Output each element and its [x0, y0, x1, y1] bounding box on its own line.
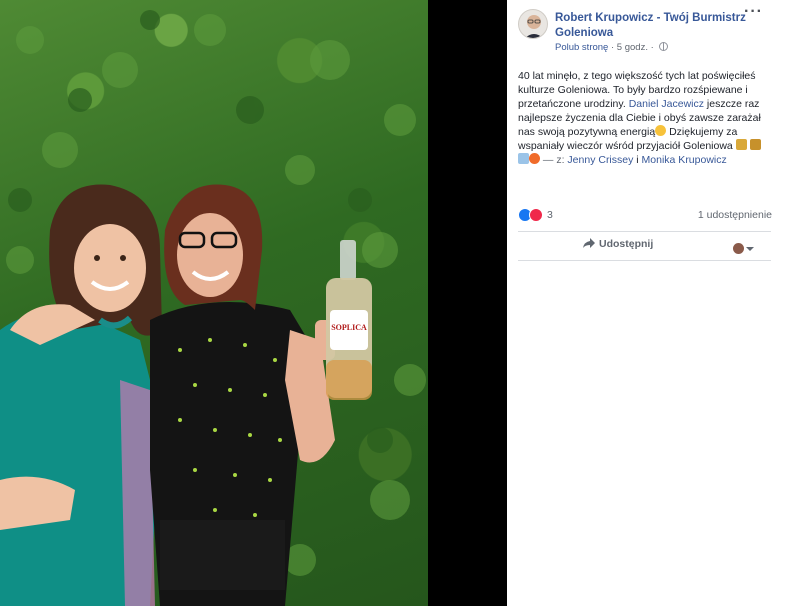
share-button[interactable]: Udostępnij — [583, 238, 653, 254]
tag-daniel-jacewicz[interactable]: Daniel Jacewicz — [629, 98, 704, 110]
post-meta: Polub stronę · 5 godz. · — [555, 42, 669, 53]
post-header: Robert Krupowicz - Twój Burmistrz Goleni… — [518, 9, 773, 59]
love-reaction-icon — [529, 208, 543, 222]
meta-separator-2: · — [650, 42, 654, 53]
and-text: i — [633, 154, 642, 166]
photo-viewer[interactable]: SOPLICA — [0, 0, 507, 606]
photo-scene — [0, 10, 426, 606]
share-button-label: Udostępnij — [599, 238, 654, 250]
viewer-avatar-icon — [733, 243, 744, 255]
author-name[interactable]: Robert Krupowicz - Twój Burmistrz Goleni… — [555, 11, 770, 41]
ellipsis-icon[interactable]: ··· — [744, 4, 763, 20]
share-count[interactable]: 1 udostępnienie — [692, 209, 772, 221]
divider-bottom — [518, 260, 771, 261]
divider-top — [518, 231, 771, 232]
author-avatar[interactable] — [518, 9, 548, 39]
globe-icon[interactable] — [659, 42, 669, 51]
bottle-label: SOPLICA — [331, 323, 367, 332]
tag-monika-krupowicz[interactable]: Monika Krupowicz — [642, 154, 727, 166]
reaction-count: 3 — [547, 209, 553, 221]
collision-emoji-icon — [529, 153, 540, 164]
audience-selector[interactable] — [733, 240, 754, 258]
avatar-portrait — [525, 15, 543, 38]
with-prefix: — z: — [540, 154, 568, 166]
post-text: 40 lat minęło, z tego większość tych lat… — [518, 69, 771, 167]
saxophone-emoji-icon — [749, 139, 761, 150]
trumpet-emoji-icon — [735, 139, 747, 150]
face-emoji-icon — [655, 125, 667, 136]
share-arrow-icon — [583, 238, 595, 248]
post-panel: Robert Krupowicz - Twój Burmistrz Goleni… — [507, 0, 800, 606]
cake-emoji-icon — [518, 153, 529, 164]
like-page-link[interactable]: Polub stronę — [555, 42, 608, 53]
chevron-down-icon — [746, 246, 754, 251]
post-photo[interactable]: SOPLICA — [0, 0, 428, 606]
tag-jenny-crissey[interactable]: Jenny Crissey — [567, 154, 633, 166]
meta-separator: · — [610, 42, 615, 53]
post-time[interactable]: 5 godz. — [617, 42, 648, 53]
